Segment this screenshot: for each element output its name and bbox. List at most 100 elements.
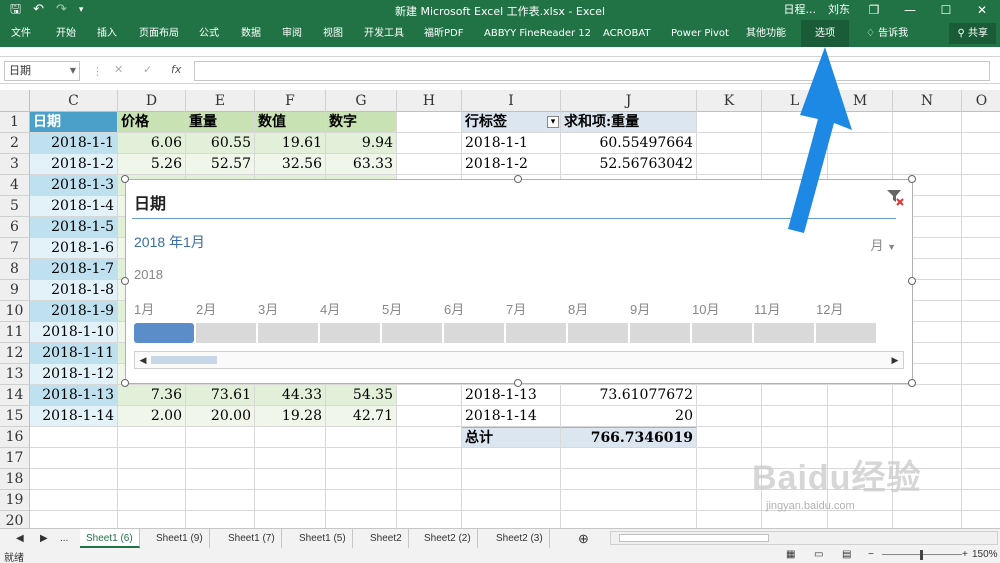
row-header-1[interactable]: 1: [0, 112, 30, 133]
cell[interactable]: [828, 448, 893, 469]
tab-abbyy[interactable]: ABBYY FineReader 12: [484, 20, 591, 47]
cell[interactable]: [255, 469, 326, 490]
tab-file[interactable]: 文件: [11, 20, 31, 47]
row-header-16[interactable]: 16: [0, 427, 30, 448]
timeline-month-bar[interactable]: [258, 323, 318, 343]
timeline-month-bar[interactable]: [196, 323, 256, 343]
cell[interactable]: [828, 406, 893, 427]
cell[interactable]: [30, 490, 118, 511]
sheet-tab[interactable]: Sheet1 (6): [80, 529, 140, 548]
timeline-month-bar[interactable]: [320, 323, 380, 343]
cell[interactable]: [255, 511, 326, 528]
row-header-12[interactable]: 12: [0, 343, 30, 364]
cell[interactable]: [893, 427, 962, 448]
column-header-n[interactable]: N: [893, 90, 962, 112]
date-cell[interactable]: 2018-1-12: [30, 364, 118, 385]
date-cell[interactable]: 2018-1-14: [30, 406, 118, 427]
zoom-slider-thumb[interactable]: [920, 550, 923, 560]
chevron-down-icon[interactable]: ▼: [70, 62, 76, 80]
timeline-month-bar[interactable]: [754, 323, 814, 343]
cell[interactable]: [118, 469, 186, 490]
resize-handle[interactable]: [514, 175, 522, 183]
cell[interactable]: [962, 322, 1000, 343]
cell[interactable]: [186, 511, 255, 528]
cell[interactable]: [828, 469, 893, 490]
row-header-7[interactable]: 7: [0, 238, 30, 259]
cell[interactable]: [697, 112, 762, 133]
cell[interactable]: [255, 448, 326, 469]
column-header-k[interactable]: K: [697, 90, 762, 112]
pivot-total-label[interactable]: 总计: [462, 427, 561, 448]
cell[interactable]: [962, 364, 1000, 385]
tab-other-functions[interactable]: 其他功能: [746, 20, 786, 47]
value-cell[interactable]: 19.28: [255, 406, 326, 427]
cell[interactable]: [762, 154, 828, 175]
cell[interactable]: [397, 133, 462, 154]
value-cell[interactable]: 54.35: [326, 385, 397, 406]
date-cell[interactable]: 2018-1-8: [30, 280, 118, 301]
cell[interactable]: [462, 511, 561, 528]
value-cell[interactable]: 42.71: [326, 406, 397, 427]
pivot-row-label[interactable]: 2018-1-1: [462, 133, 561, 154]
column-header-h[interactable]: H: [397, 90, 462, 112]
tell-me-box[interactable]: ♢ 告诉我: [866, 20, 908, 47]
row-header-14[interactable]: 14: [0, 385, 30, 406]
cell[interactable]: [118, 427, 186, 448]
tab-formulas[interactable]: 公式: [199, 20, 219, 47]
formula-input[interactable]: [194, 61, 990, 81]
value-cell[interactable]: 60.55: [186, 133, 255, 154]
table-column-header[interactable]: 数值: [255, 112, 326, 133]
resize-handle[interactable]: [908, 277, 916, 285]
sheet-tab[interactable]: Sheet1 (5): [293, 529, 353, 548]
cell[interactable]: [828, 427, 893, 448]
cell[interactable]: [186, 427, 255, 448]
sheet-tab[interactable]: Sheet1 (7): [222, 529, 282, 548]
cell[interactable]: [962, 385, 1000, 406]
cell[interactable]: [962, 259, 1000, 280]
cell[interactable]: [762, 469, 828, 490]
pivot-row-value[interactable]: 73.61077672: [561, 385, 697, 406]
cell[interactable]: [893, 469, 962, 490]
column-header-l[interactable]: L: [762, 90, 828, 112]
value-cell[interactable]: 52.57: [186, 154, 255, 175]
cell[interactable]: [962, 238, 1000, 259]
pivot-row-value[interactable]: 20: [561, 406, 697, 427]
cell[interactable]: [397, 469, 462, 490]
cell[interactable]: [828, 490, 893, 511]
row-header-3[interactable]: 3: [0, 154, 30, 175]
cell[interactable]: [697, 490, 762, 511]
cell[interactable]: [893, 154, 962, 175]
select-all-button[interactable]: [0, 90, 30, 112]
cell[interactable]: [255, 427, 326, 448]
splitter-icon[interactable]: ⋮: [92, 65, 103, 78]
value-cell[interactable]: 9.94: [326, 133, 397, 154]
cell[interactable]: [326, 427, 397, 448]
pivot-row-label[interactable]: 2018-1-13: [462, 385, 561, 406]
pivot-row-label[interactable]: 2018-1-2: [462, 154, 561, 175]
cell[interactable]: [962, 154, 1000, 175]
tab-developer[interactable]: 开发工具: [364, 20, 404, 47]
cell[interactable]: [697, 133, 762, 154]
sheet-tab[interactable]: Sheet2 (2): [418, 529, 478, 548]
date-cell[interactable]: 2018-1-9: [30, 301, 118, 322]
cell[interactable]: [893, 511, 962, 528]
cell[interactable]: [561, 511, 697, 528]
tab-foxit-pdf[interactable]: 福昕PDF: [424, 20, 463, 47]
cell[interactable]: [762, 133, 828, 154]
column-header-f[interactable]: F: [255, 90, 326, 112]
cell[interactable]: [893, 406, 962, 427]
resize-handle[interactable]: [908, 175, 916, 183]
row-header-19[interactable]: 19: [0, 490, 30, 511]
share-button[interactable]: ⚲ 共享: [949, 23, 996, 44]
page-break-view-icon[interactable]: ▤: [842, 549, 851, 560]
date-column-header[interactable]: 日期: [30, 112, 118, 133]
cell[interactable]: [326, 490, 397, 511]
cell[interactable]: [326, 511, 397, 528]
row-header-2[interactable]: 2: [0, 133, 30, 154]
cell[interactable]: [697, 154, 762, 175]
cancel-icon[interactable]: ✕: [114, 63, 123, 76]
timeline-month-bar[interactable]: [630, 323, 690, 343]
enter-icon[interactable]: ✓: [143, 63, 152, 76]
cell[interactable]: [561, 490, 697, 511]
cell[interactable]: [762, 448, 828, 469]
